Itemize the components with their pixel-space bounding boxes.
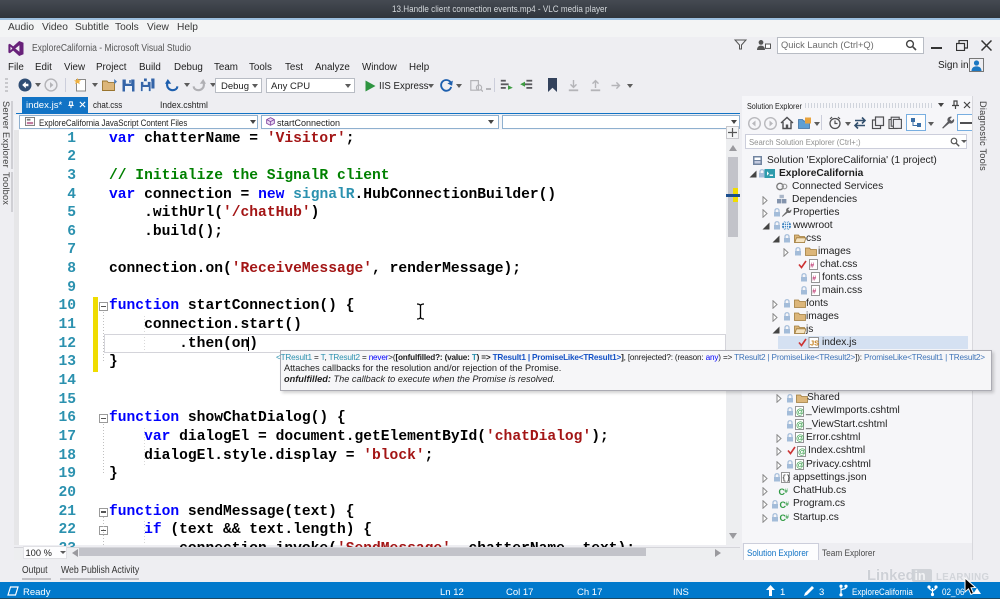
svg-text:@: @ xyxy=(796,461,804,470)
svg-text:#: # xyxy=(810,263,814,270)
svg-text:#: # xyxy=(812,276,816,283)
svg-text:#: # xyxy=(786,515,790,521)
svg-text:JS: JS xyxy=(810,338,819,347)
svg-text:#: # xyxy=(785,489,789,495)
svg-text:{}: {} xyxy=(782,475,790,483)
svg-text:@: @ xyxy=(796,421,804,430)
svg-text:#: # xyxy=(786,502,790,508)
svg-text:@: @ xyxy=(796,407,804,416)
svg-text:#: # xyxy=(812,289,816,296)
svg-text:@: @ xyxy=(796,434,804,443)
svg-text:@: @ xyxy=(798,447,806,456)
